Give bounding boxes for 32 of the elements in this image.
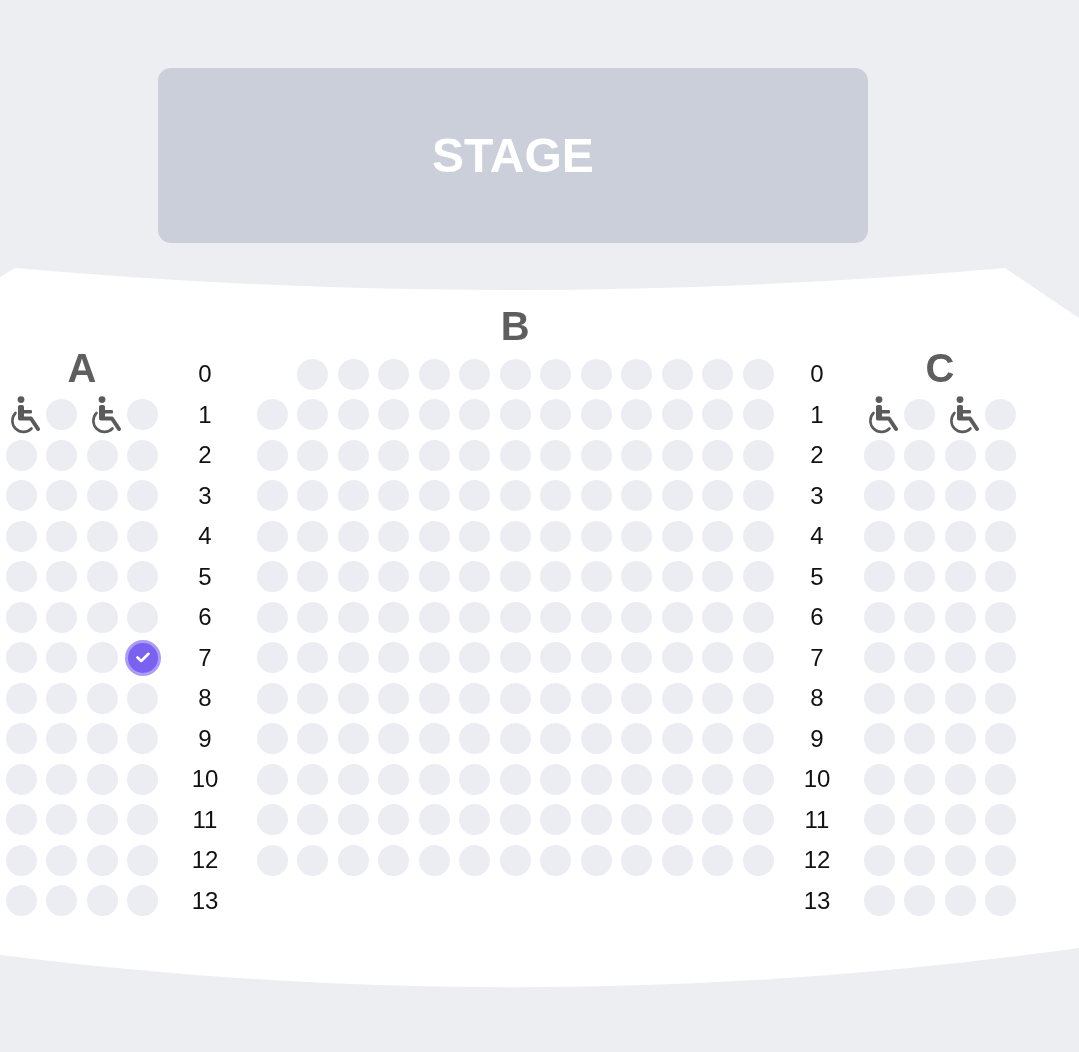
row-number: 12 [191, 848, 219, 872]
row-number: 3 [198, 483, 212, 508]
row-number: 5 [198, 564, 212, 589]
row-number: 11 [192, 807, 218, 832]
row-number: 4 [198, 524, 212, 548]
row-number: 0 [198, 362, 212, 386]
row-number: 12 [803, 848, 831, 872]
row-number: 8 [198, 686, 212, 710]
row-number: 7 [810, 645, 824, 670]
row-number: 6 [810, 605, 824, 629]
row-number: 10 [803, 767, 831, 791]
row-number: 4 [810, 524, 824, 548]
row-number: 2 [810, 443, 824, 467]
row-number: 2 [198, 443, 212, 467]
row-number: 13 [191, 888, 219, 913]
row-number: 1 [198, 402, 212, 427]
row-number: 3 [810, 483, 824, 508]
row-number: 13 [803, 888, 831, 913]
row-number: 0 [810, 362, 824, 386]
row-number: 5 [810, 564, 824, 589]
row-number: 10 [191, 767, 219, 791]
row-number: 1 [810, 402, 824, 427]
check-icon [135, 652, 150, 663]
section-label: C [925, 348, 955, 388]
row-number: 11 [804, 807, 830, 832]
section-label: A [67, 348, 97, 388]
row-number: 6 [198, 605, 212, 629]
row-number: 9 [198, 726, 212, 751]
row-number: 9 [810, 726, 824, 751]
row-number: 7 [198, 645, 212, 670]
section-label: B [500, 305, 530, 346]
row-number: 8 [810, 686, 824, 710]
